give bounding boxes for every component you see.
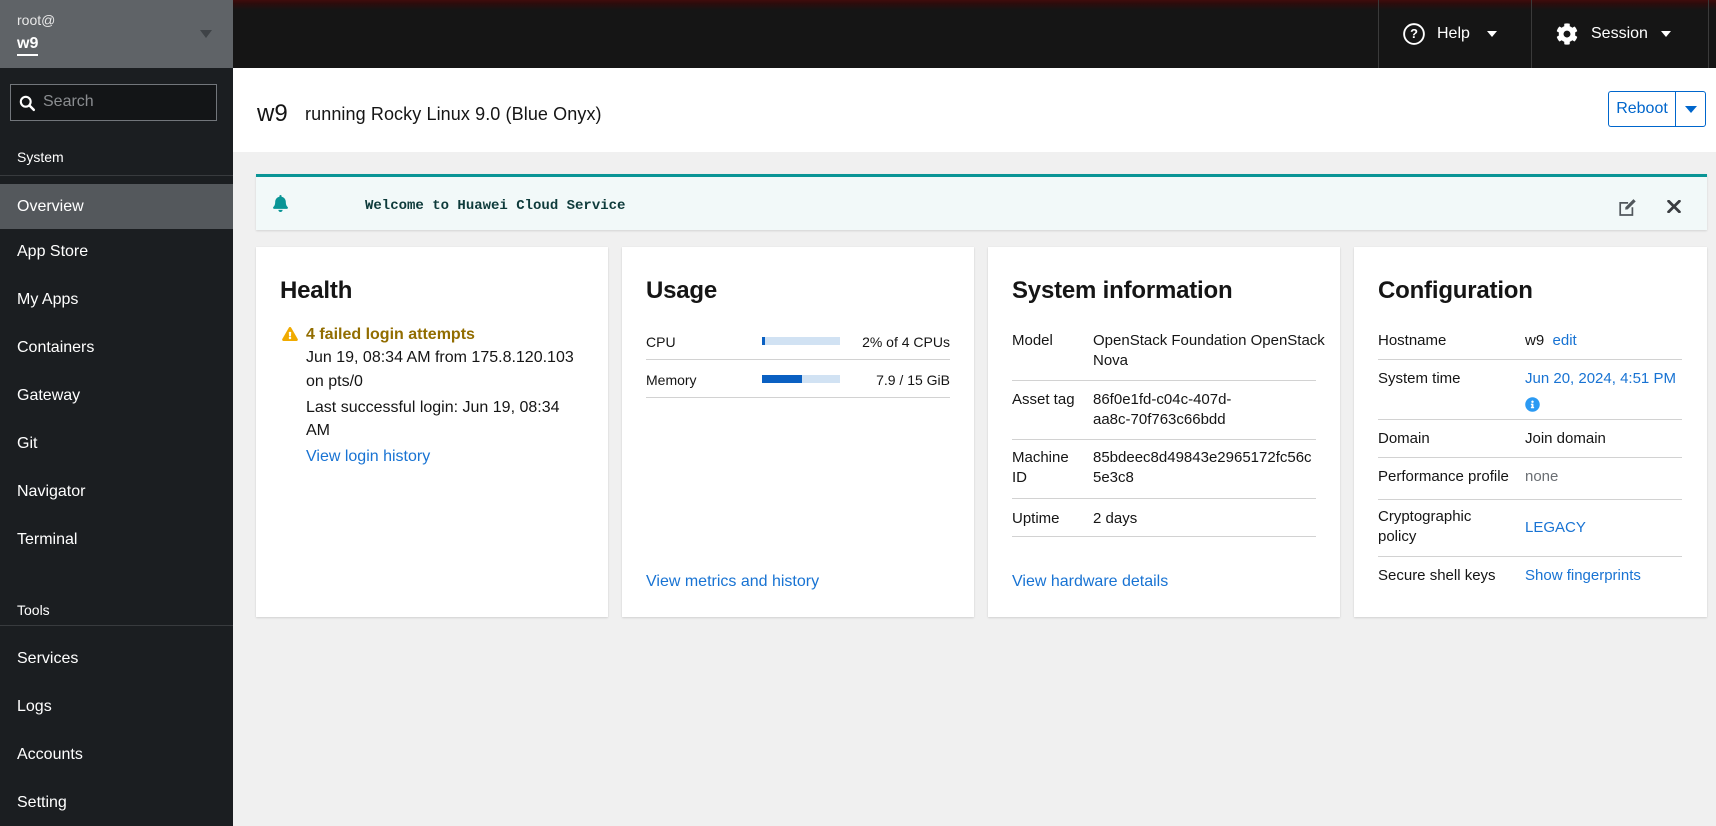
svg-text:?: ? — [1410, 26, 1418, 41]
